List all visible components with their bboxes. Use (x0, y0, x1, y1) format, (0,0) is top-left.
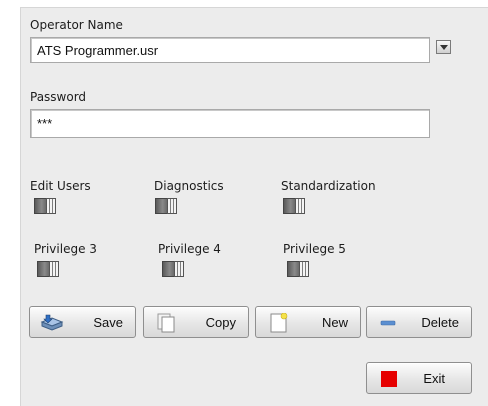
operator-name-field[interactable] (30, 37, 430, 63)
toggle-edit-users[interactable] (34, 198, 56, 214)
stop-square-icon (381, 371, 397, 387)
password-label: Password (30, 90, 87, 104)
operator-name-label: Operator Name (30, 18, 123, 32)
password-field[interactable] (30, 109, 430, 138)
save-button-label: Save (93, 315, 123, 330)
toggle-privilege-3[interactable] (37, 261, 59, 277)
exit-button-label: Exit (423, 371, 445, 386)
save-button[interactable]: Save (29, 306, 136, 338)
new-button[interactable]: New (255, 306, 361, 338)
copy-pages-icon (157, 313, 175, 333)
toggle-privilege-4[interactable] (162, 261, 184, 277)
delete-button-label: Delete (421, 315, 459, 330)
privilege-label-3: Privilege 3 (34, 242, 97, 256)
toggle-track (295, 198, 305, 214)
delete-button[interactable]: Delete (366, 306, 472, 338)
copy-button-label: Copy (205, 315, 236, 330)
privilege-label-standardization: Standardization (281, 179, 376, 193)
save-drive-icon (40, 314, 64, 331)
toggle-diagnostics[interactable] (155, 198, 177, 214)
privilege-label-edit-users: Edit Users (30, 179, 91, 193)
copy-button[interactable]: Copy (143, 306, 249, 338)
new-document-icon (270, 313, 288, 333)
privilege-label-4: Privilege 4 (158, 242, 221, 256)
dropdown-arrow-icon (439, 44, 448, 50)
toggle-standardization[interactable] (283, 198, 305, 214)
user-admin-panel (20, 7, 488, 406)
privilege-label-5: Privilege 5 (283, 242, 346, 256)
toggle-track (46, 198, 56, 214)
privilege-label-diagnostics: Diagnostics (154, 179, 224, 193)
toggle-track (299, 261, 309, 277)
new-button-label: New (321, 315, 348, 330)
toggle-track (174, 261, 184, 277)
toggle-track (49, 261, 59, 277)
toggle-privilege-5[interactable] (287, 261, 309, 277)
exit-button[interactable]: Exit (366, 362, 472, 394)
toggle-track (167, 198, 177, 214)
operator-dropdown-button[interactable] (436, 40, 451, 54)
minus-icon (380, 320, 396, 326)
